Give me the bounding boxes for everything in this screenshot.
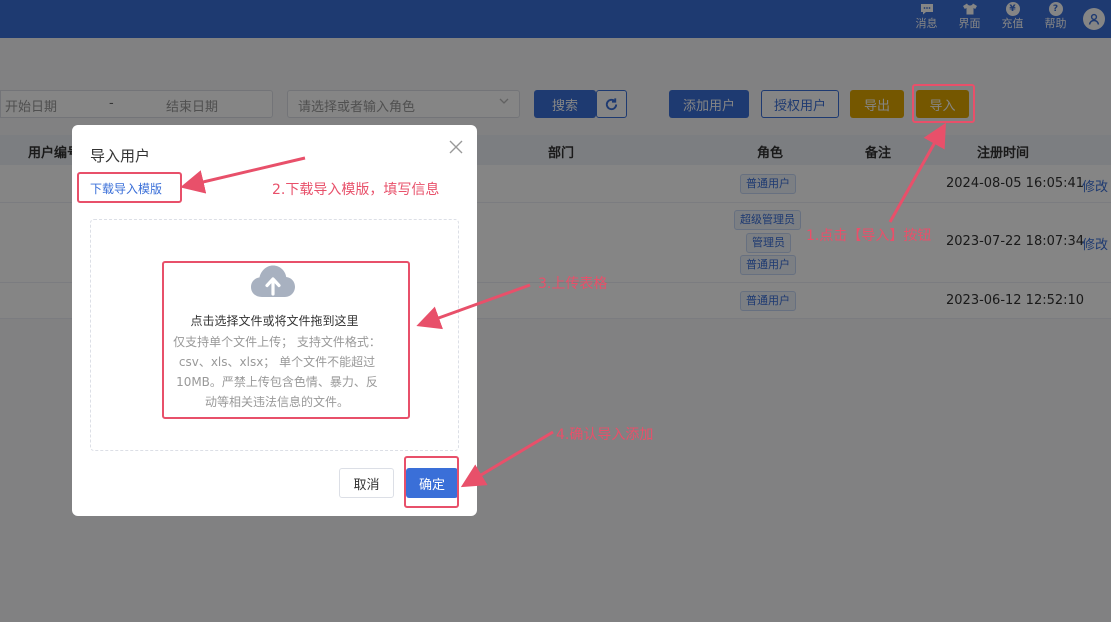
- annotation-step1: 1.点击【导入】按钮: [806, 228, 932, 244]
- annotation-step4: 4.确认导入添加: [556, 427, 654, 443]
- arrow-step1: [888, 122, 946, 223]
- arrow-step4: [460, 430, 554, 488]
- arrow-step3: [416, 283, 531, 330]
- annotation-step3: 3.上传表格: [538, 276, 608, 292]
- annotation-arrows: [180, 122, 946, 488]
- annotation-step2: 2.下载导入模版，填写信息: [272, 182, 440, 198]
